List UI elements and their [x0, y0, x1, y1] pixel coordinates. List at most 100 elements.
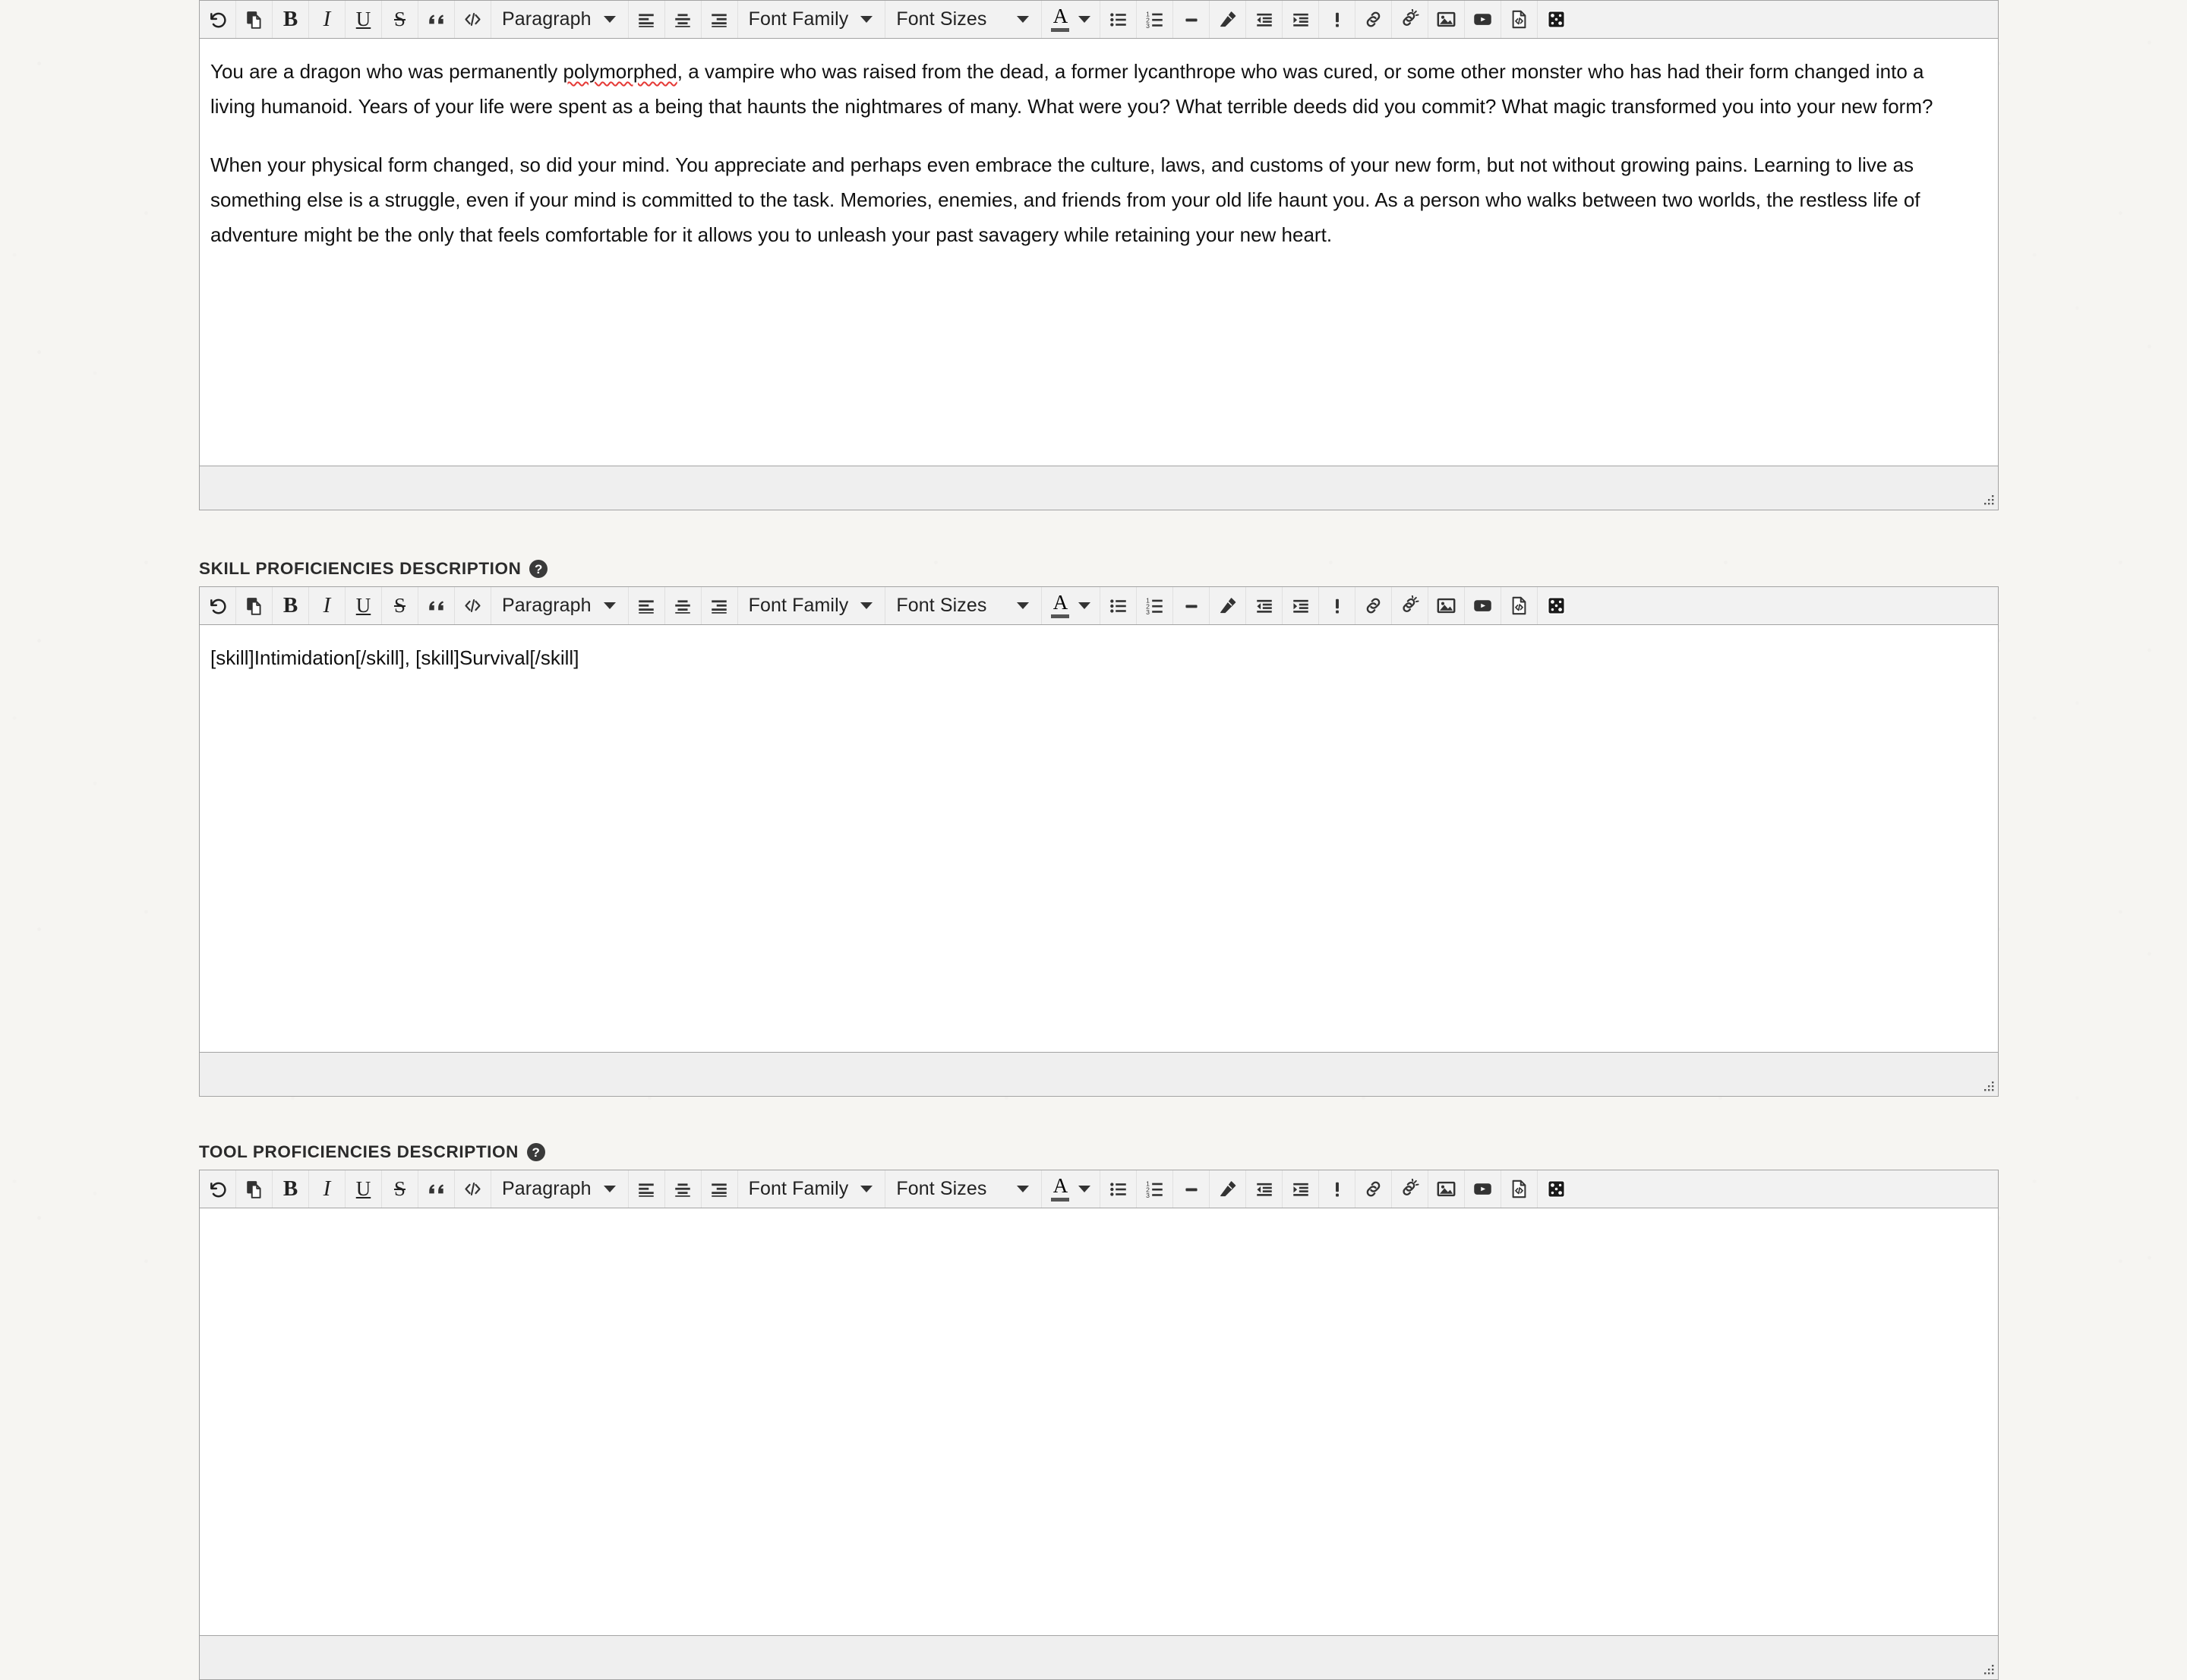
indent-icon[interactable]	[1283, 587, 1320, 624]
unlink-icon[interactable]	[1392, 1, 1429, 38]
block-format-select[interactable]: Paragraph	[491, 1, 629, 38]
image-icon[interactable]	[1428, 1170, 1466, 1208]
font-sizes-select[interactable]: Font Sizes	[885, 587, 1043, 624]
align-left-icon[interactable]	[629, 1170, 665, 1208]
undo-icon[interactable]	[200, 1, 236, 38]
code-icon[interactable]	[455, 587, 491, 624]
exclamation-icon[interactable]	[1319, 1, 1356, 38]
underline-icon[interactable]: U	[346, 587, 382, 624]
unlink-icon[interactable]	[1392, 587, 1429, 624]
remove-format-icon[interactable]	[1210, 1, 1247, 38]
underline-icon[interactable]: U	[346, 1, 382, 38]
link-icon[interactable]	[1355, 587, 1393, 624]
strikethrough-icon[interactable]: S	[382, 1, 418, 38]
indent-icon[interactable]	[1283, 1, 1320, 38]
font-family-select[interactable]: Font Family	[738, 1170, 886, 1208]
font-family-select[interactable]: Font Family	[738, 1, 886, 38]
video-icon[interactable]	[1465, 1, 1502, 38]
editor-toolbar[interactable]: B I U S Paragraph Font Family Font Sizes…	[200, 1170, 1998, 1208]
horizontal-rule-icon[interactable]	[1173, 1, 1210, 38]
source-code-icon[interactable]	[1501, 1, 1538, 38]
align-left-icon[interactable]	[629, 587, 665, 624]
resize-grip[interactable]	[1980, 492, 1995, 507]
video-icon[interactable]	[1465, 587, 1502, 624]
text-color-button[interactable]: A	[1042, 1, 1101, 38]
align-right-icon[interactable]	[702, 1170, 738, 1208]
image-icon[interactable]	[1428, 1, 1466, 38]
code-icon[interactable]	[455, 1, 491, 38]
outdent-icon[interactable]	[1246, 1170, 1283, 1208]
source-code-icon[interactable]	[1501, 1170, 1538, 1208]
outdent-icon[interactable]	[1246, 1, 1283, 38]
bullet-list-icon[interactable]	[1100, 1, 1138, 38]
font-sizes-select[interactable]: Font Sizes	[885, 1170, 1043, 1208]
image-icon[interactable]	[1428, 587, 1466, 624]
text-color-swatch	[1051, 614, 1070, 618]
block-format-select[interactable]: Paragraph	[491, 587, 629, 624]
outdent-icon[interactable]	[1246, 587, 1283, 624]
italic-icon[interactable]: I	[309, 587, 346, 624]
paste-icon[interactable]	[236, 1170, 273, 1208]
remove-format-icon[interactable]	[1210, 1170, 1247, 1208]
strikethrough-icon[interactable]: S	[382, 1170, 418, 1208]
align-left-icon[interactable]	[629, 1, 665, 38]
bullet-list-icon[interactable]	[1100, 1170, 1138, 1208]
resize-grip[interactable]	[1980, 1078, 1995, 1094]
editor-content-background-description[interactable]: You are a dragon who was permanently pol…	[200, 39, 1998, 466]
help-icon[interactable]: ?	[529, 560, 548, 578]
text-color-button[interactable]: A	[1042, 587, 1101, 624]
dice-icon[interactable]	[1538, 1170, 1574, 1208]
underline-icon[interactable]: U	[346, 1170, 382, 1208]
code-icon[interactable]	[455, 1170, 491, 1208]
editor-toolbar[interactable]: B I U S Paragraph Font Family Font Sizes…	[200, 1, 1998, 39]
editor-content-skill-proficiencies[interactable]: [skill]Intimidation[/skill], [skill]Surv…	[200, 625, 1998, 1052]
paste-icon[interactable]	[236, 587, 273, 624]
remove-format-icon[interactable]	[1210, 587, 1247, 624]
strikethrough-icon[interactable]: S	[382, 587, 418, 624]
text-color-button[interactable]: A	[1042, 1170, 1101, 1208]
numbered-list-icon[interactable]: 123	[1137, 1, 1174, 38]
indent-icon[interactable]	[1283, 1170, 1320, 1208]
italic-icon[interactable]: I	[309, 1, 346, 38]
bold-icon[interactable]: B	[273, 1170, 309, 1208]
align-right-icon[interactable]	[702, 587, 738, 624]
chevron-down-icon	[603, 1186, 616, 1192]
editor-content-tool-proficiencies[interactable]	[200, 1208, 1998, 1635]
block-format-select[interactable]: Paragraph	[491, 1170, 629, 1208]
chevron-down-icon	[1017, 16, 1030, 23]
align-center-icon[interactable]	[665, 1, 702, 38]
paste-icon[interactable]	[236, 1, 273, 38]
exclamation-icon[interactable]	[1319, 1170, 1356, 1208]
editor-tool-proficiencies-description: B I U S Paragraph Font Family Font Sizes…	[199, 1170, 1999, 1680]
numbered-list-icon[interactable]: 123	[1137, 1170, 1174, 1208]
video-icon[interactable]	[1465, 1170, 1502, 1208]
source-code-icon[interactable]	[1501, 587, 1538, 624]
blockquote-icon[interactable]	[418, 1170, 455, 1208]
align-center-icon[interactable]	[665, 587, 702, 624]
resize-grip[interactable]	[1980, 1662, 1995, 1677]
bold-icon[interactable]: B	[273, 1, 309, 38]
bullet-list-icon[interactable]	[1100, 587, 1138, 624]
horizontal-rule-icon[interactable]	[1173, 1170, 1210, 1208]
bold-icon[interactable]: B	[273, 587, 309, 624]
align-right-icon[interactable]	[702, 1, 738, 38]
numbered-list-icon[interactable]: 123	[1137, 587, 1174, 624]
font-sizes-select[interactable]: Font Sizes	[885, 1, 1043, 38]
dice-icon[interactable]	[1538, 587, 1574, 624]
blockquote-icon[interactable]	[418, 587, 455, 624]
editor-toolbar[interactable]: B I U S Paragraph Font Family Font Sizes…	[200, 587, 1998, 625]
link-icon[interactable]	[1355, 1170, 1393, 1208]
dice-icon[interactable]	[1538, 1, 1574, 38]
blockquote-icon[interactable]	[418, 1, 455, 38]
align-center-icon[interactable]	[665, 1170, 702, 1208]
font-family-select[interactable]: Font Family	[738, 587, 886, 624]
text-color-letter: A	[1052, 5, 1068, 28]
exclamation-icon[interactable]	[1319, 587, 1356, 624]
link-icon[interactable]	[1355, 1, 1393, 38]
undo-icon[interactable]	[200, 1170, 236, 1208]
italic-icon[interactable]: I	[309, 1170, 346, 1208]
help-icon[interactable]: ?	[526, 1143, 545, 1161]
horizontal-rule-icon[interactable]	[1173, 587, 1210, 624]
unlink-icon[interactable]	[1392, 1170, 1429, 1208]
undo-icon[interactable]	[200, 587, 236, 624]
